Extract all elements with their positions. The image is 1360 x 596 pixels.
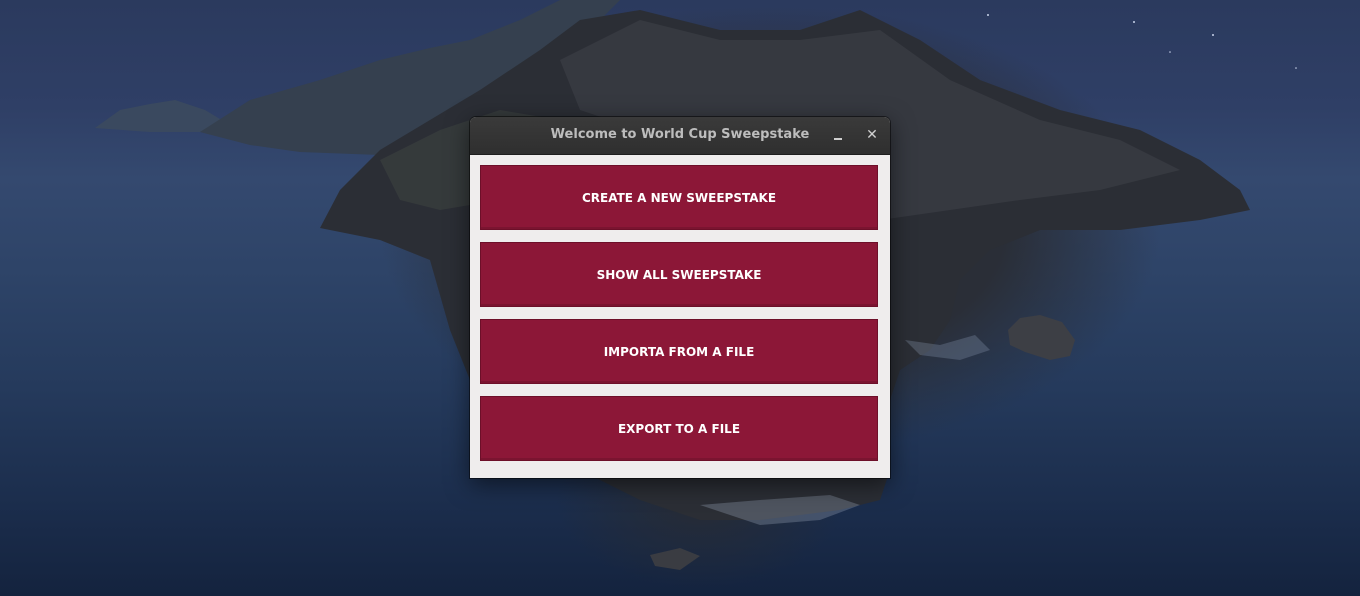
export-to-file-label: EXPORT TO A FILE (617, 421, 741, 436)
window-titlebar[interactable]: Welcome to World Cup Sweepstake ✕ (470, 117, 890, 155)
show-all-sweepstake-label: SHOW ALL SWEEPSTAKE (596, 267, 762, 282)
show-all-sweepstake-button[interactable]: SHOW ALL SWEEPSTAKE (480, 242, 878, 307)
import-from-file-button[interactable]: IMPORTA FROM A FILE (480, 319, 878, 384)
window-content: CREATE A NEW SWEEPSTAKE SHOW ALL SWEEPST… (470, 155, 890, 478)
create-sweepstake-label: CREATE A NEW SWEEPSTAKE (581, 190, 777, 205)
close-icon: ✕ (866, 127, 878, 143)
create-sweepstake-button[interactable]: CREATE A NEW SWEEPSTAKE (480, 165, 878, 230)
close-button[interactable]: ✕ (861, 124, 883, 146)
minimize-icon (834, 138, 842, 140)
welcome-window: Welcome to World Cup Sweepstake ✕ CREATE… (470, 117, 890, 478)
export-to-file-button[interactable]: EXPORT TO A FILE (480, 396, 878, 461)
minimize-button[interactable] (827, 124, 849, 146)
import-from-file-label: IMPORTA FROM A FILE (603, 344, 755, 359)
